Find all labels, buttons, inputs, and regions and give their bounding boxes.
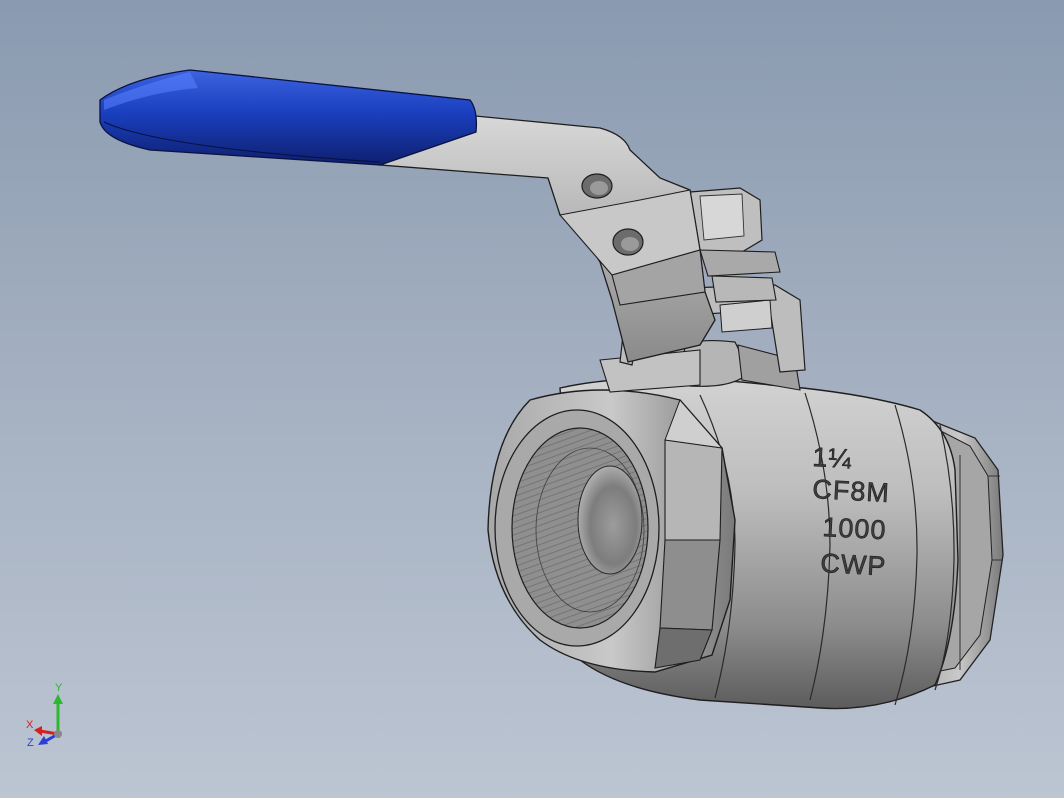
axis-triad: Y X Z [26,682,63,749]
rating-marking: CWP [820,548,887,581]
z-axis-label: Z [27,737,34,749]
valve-lever-handle[interactable] [99,69,716,363]
graphics-viewport[interactable]: 1¼ CF8M 1000 CWP Y X Z [0,0,1064,798]
x-axis-label: X [26,719,34,731]
y-axis-label: Y [55,682,63,694]
valve-end-cap-left [487,389,736,673]
pressure-marking: 1000 [822,512,888,545]
ball-valve-model[interactable]: 1¼ CF8M 1000 CWP [0,0,1064,798]
size-marking: 1¼ [812,442,853,474]
material-marking: CF8M [812,474,891,508]
